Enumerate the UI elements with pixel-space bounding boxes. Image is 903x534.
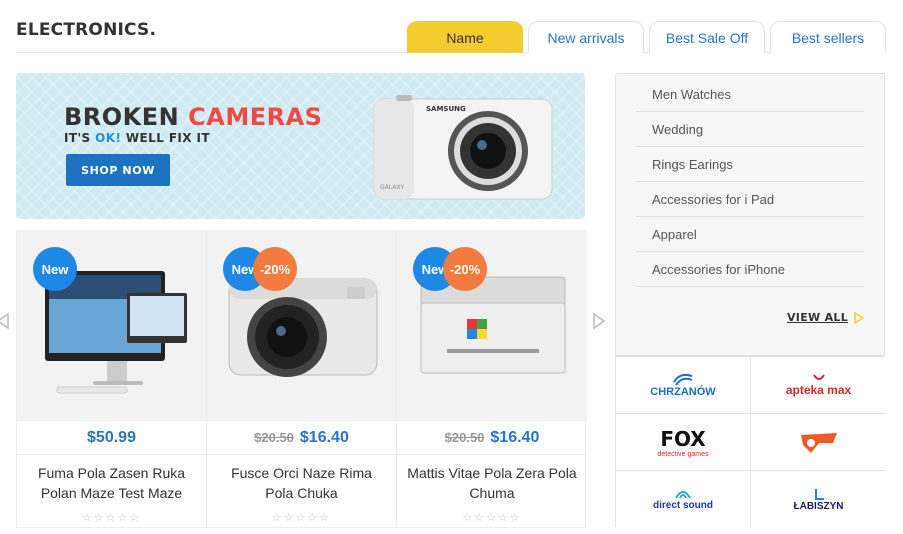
product-carousel: New $50.99 Fuma Pola Zasen Ruka Polan Ma… xyxy=(16,230,587,528)
category-list: Men Watches Wedding Rings Earings Access… xyxy=(636,77,864,287)
product-card[interactable]: New -20% $20.50 $16.40 Fusce Orci Naze R… xyxy=(207,231,397,527)
category-item[interactable]: Accessories for iPhone xyxy=(636,252,864,287)
product-price: $16.40 xyxy=(490,428,540,446)
discount-badge: -20% xyxy=(443,247,487,291)
play-arrow-icon xyxy=(854,311,864,324)
brand-name: direct sound xyxy=(652,500,713,511)
rating-stars: ☆☆☆☆☆ xyxy=(462,512,522,524)
banner-subheadline: IT'S OK! WELL FIX IT xyxy=(64,131,210,145)
price-row: $20.50 $16.40 xyxy=(397,421,587,455)
category-item[interactable]: Rings Earings xyxy=(636,147,864,182)
product-old-price: $20.50 xyxy=(254,430,294,445)
product-card[interactable]: New -20% $20.50 $16.40 Mattis Vitae Pola… xyxy=(397,231,587,527)
view-all-link[interactable]: VIEW ALL xyxy=(787,311,864,324)
brand-logo-direct-sound[interactable]: direct sound xyxy=(616,471,751,528)
orange-brand-logo-icon xyxy=(800,433,837,453)
category-item[interactable]: Men Watches xyxy=(636,77,864,112)
tab-new-arrivals[interactable]: New arrivals xyxy=(528,21,644,53)
brand-name: CHRZANÓW xyxy=(650,386,716,398)
promo-banner[interactable]: BROKEN CAMERAS IT'S OK! WELL FIX IT SHOP… xyxy=(16,73,585,219)
tab-best-sale-off[interactable]: Best Sale Off xyxy=(649,21,765,53)
banner-headline-dark: BROKEN xyxy=(64,103,180,131)
brand-logo-fox[interactable]: FOX detective games xyxy=(616,414,751,471)
rating-stars: ☆☆☆☆☆ xyxy=(81,512,142,524)
banner-sub-ok: OK! xyxy=(95,131,122,145)
brand-logo-apteka-max[interactable]: apteka max xyxy=(751,357,886,414)
product-name[interactable]: Fusce Orci Naze Rima Pola Chuka xyxy=(207,455,396,507)
labiszyn-logo-icon xyxy=(814,489,824,500)
view-all-label: VIEW ALL xyxy=(786,311,848,324)
brand-name: apteka max xyxy=(785,383,852,397)
carousel-next-arrow-icon[interactable] xyxy=(592,312,606,330)
chrzanow-logo-icon xyxy=(673,373,693,386)
shop-now-button[interactable]: SHOP NOW xyxy=(66,154,170,186)
carousel-prev-arrow-icon[interactable] xyxy=(0,312,10,330)
brand-logos-grid: CHRZANÓW apteka max FOX detective games … xyxy=(615,356,886,528)
banner-sub-suffix: WELL FIX IT xyxy=(125,131,210,145)
product-image[interactable]: New -20% xyxy=(397,231,587,421)
brand-subtitle: detective games xyxy=(657,450,709,458)
product-price: $50.99 xyxy=(87,428,136,446)
rating-stars: ☆☆☆☆☆ xyxy=(271,512,332,524)
price-row: $50.99 xyxy=(17,421,206,455)
product-old-price: $20.50 xyxy=(444,430,485,445)
category-sidebar: Men Watches Wedding Rings Earings Access… xyxy=(615,73,885,356)
product-image[interactable]: New -20% xyxy=(207,231,396,421)
camera-model-label: GALAXY xyxy=(380,184,404,191)
brand-logo-orange[interactable] xyxy=(751,414,886,471)
product-image[interactable]: New xyxy=(17,231,206,421)
direct-sound-logo-icon xyxy=(675,491,691,499)
brand-logo-chrzanow[interactable]: CHRZANÓW xyxy=(616,357,751,414)
apteka-logo-icon xyxy=(812,374,825,380)
product-price: $16.40 xyxy=(299,428,349,446)
tab-name[interactable]: Name xyxy=(407,21,523,53)
banner-headline: BROKEN CAMERAS xyxy=(64,103,322,131)
discount-badge: -20% xyxy=(253,247,297,291)
product-name[interactable]: Fuma Pola Zasen Ruka Polan Maze Test Maz… xyxy=(17,455,206,507)
category-item[interactable]: Apparel xyxy=(636,217,864,252)
price-row: $20.50 $16.40 xyxy=(207,421,396,455)
banner-sub-prefix: IT'S xyxy=(64,131,91,145)
section-title: ELECTRONICS. xyxy=(16,20,157,40)
tab-best-sellers[interactable]: Best sellers xyxy=(770,21,886,53)
product-tabs: Name New arrivals Best Sale Off Best sel… xyxy=(407,21,886,53)
product-name[interactable]: Mattis Vitae Pola Zera Pola Chuma xyxy=(397,455,587,507)
brand-logo-labiszyn[interactable]: ŁABISZYN xyxy=(751,471,886,528)
product-card[interactable]: New $50.99 Fuma Pola Zasen Ruka Polan Ma… xyxy=(17,231,207,527)
new-badge: New xyxy=(33,247,77,291)
brand-name: FOX xyxy=(660,426,706,451)
category-item[interactable]: Wedding xyxy=(636,112,864,147)
category-item[interactable]: Accessories for i Pad xyxy=(636,182,864,217)
camera-brand-label: SAMSUNG xyxy=(426,105,466,113)
brand-name: ŁABISZYN xyxy=(793,501,844,512)
banner-headline-red: CAMERAS xyxy=(188,103,323,131)
camera-image: SAMSUNG GALAXY xyxy=(373,95,553,200)
